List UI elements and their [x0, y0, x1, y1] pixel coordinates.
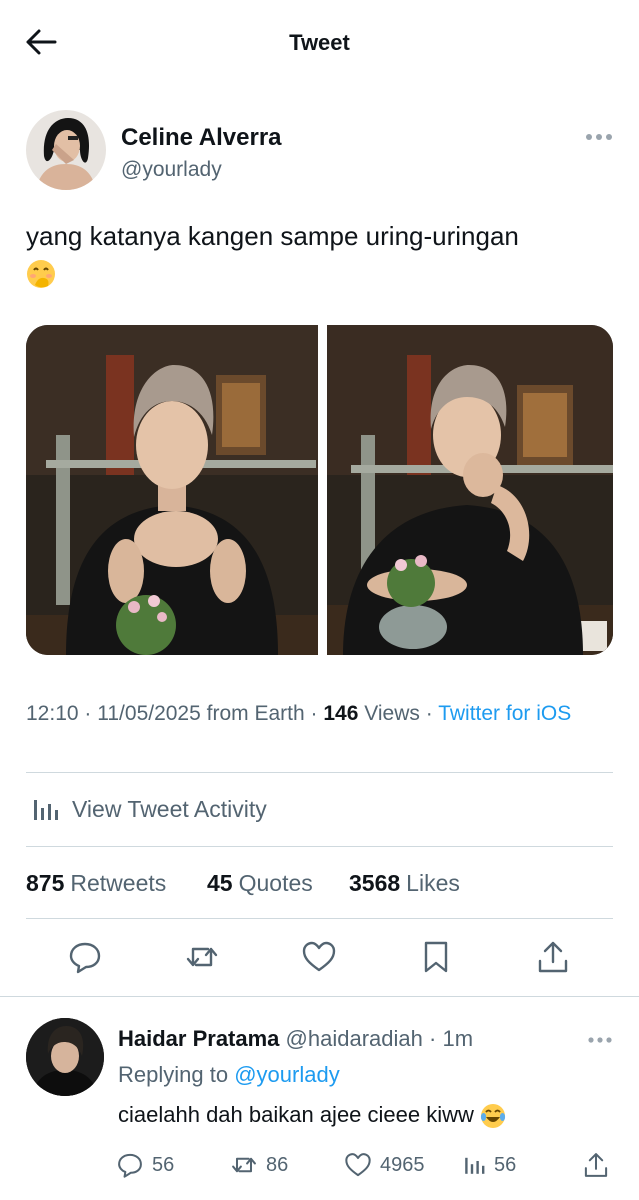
reply-author-handle[interactable]: @haidaradiah — [286, 1026, 423, 1051]
author-name[interactable]: Celine Alverra — [121, 124, 282, 152]
tweet-media — [26, 325, 613, 655]
tweet-photo-1[interactable] — [26, 325, 318, 655]
retweet-icon — [232, 1157, 256, 1173]
reply-author-name[interactable]: Haidar Pratama — [118, 1026, 279, 1051]
quotes-count: 45 — [207, 870, 233, 896]
reply-reply-button[interactable]: 56 — [116, 1150, 174, 1180]
view-tweet-activity[interactable]: View Tweet Activity — [26, 790, 613, 830]
likes-count: 3568 — [349, 870, 401, 896]
more-options-icon[interactable] — [587, 1034, 613, 1046]
reply-header: Haidar Pratama @haidaradiah · 1m — [118, 1026, 473, 1052]
author-handle[interactable]: @yourlady — [121, 158, 222, 182]
bar-chart-icon — [465, 1157, 485, 1174]
retweets-label: Retweets — [70, 870, 167, 896]
divider — [26, 772, 613, 773]
reply-share-button[interactable] — [582, 1150, 618, 1180]
reply-views-count: 56 — [494, 1153, 517, 1176]
tweet-body: yang katanya kangen sampe uring-uringan — [26, 221, 519, 251]
replying-to: Replying to @yourlady — [118, 1062, 340, 1088]
reply-text: ciaelahh dah baikan ajee cieee kiww — [118, 1102, 506, 1129]
tweet-text: yang katanya kangen sampe uring-uringan — [26, 218, 616, 290]
tweet-photo-2[interactable] — [327, 325, 613, 655]
like-icon[interactable] — [301, 939, 337, 975]
reply-icon — [118, 1153, 142, 1178]
meta-separator: · — [429, 1026, 437, 1051]
like-icon — [345, 1153, 371, 1177]
top-bar: Tweet — [0, 0, 639, 88]
retweets-count: 875 — [26, 870, 65, 896]
retweets-stat[interactable]: 875 Retweets — [26, 870, 166, 897]
quotes-stat[interactable]: 45 Quotes — [207, 870, 313, 897]
tweet-time: 12:10 — [26, 702, 79, 725]
views-count: 146 — [323, 702, 359, 725]
reply-body: ciaelahh dah baikan ajee cieee kiww — [118, 1102, 474, 1127]
views-label: Views — [364, 702, 420, 725]
likes-label: Likes — [406, 870, 460, 896]
divider — [26, 846, 613, 847]
meta-separator: · — [84, 702, 92, 725]
reply-tweet[interactable]: Haidar Pratama @haidaradiah · 1m Replyin… — [0, 1010, 639, 1200]
reply-likes-count: 4965 — [380, 1153, 425, 1176]
activity-label: View Tweet Activity — [72, 796, 267, 822]
reply-time: 1m — [442, 1026, 474, 1051]
tweet-stats: 875 Retweets 45 Quotes 3568 Likes — [26, 870, 613, 902]
divider — [0, 996, 639, 997]
reply-like-button[interactable]: 4965 — [344, 1150, 425, 1180]
tweet-location: from Earth — [206, 702, 305, 725]
tweet-author: Celine Alverra @yourlady — [26, 110, 616, 194]
reply-avatar[interactable] — [26, 1018, 104, 1096]
reply-actions: 56 86 4965 56 — [116, 1150, 616, 1182]
tweet-date: 11/05/2025 — [97, 702, 201, 725]
page-title: Tweet — [289, 30, 350, 55]
tweet-meta: 12:10 · 11/05/2025 from Earth · 146 View… — [26, 700, 606, 728]
replying-mention[interactable]: @yourlady — [234, 1062, 340, 1087]
share-icon — [584, 1153, 608, 1177]
bookmark-icon[interactable] — [418, 939, 454, 975]
meta-separator: · — [425, 702, 433, 725]
face-with-tears-of-joy-icon — [480, 1104, 506, 1129]
author-avatar[interactable] — [26, 110, 106, 190]
more-options-icon[interactable] — [584, 130, 614, 144]
tweet-actions — [26, 935, 613, 985]
tweet-source-link[interactable]: Twitter for iOS — [438, 702, 571, 725]
retweet-icon[interactable] — [184, 939, 220, 975]
quotes-label: Quotes — [238, 870, 313, 896]
reply-retweet-button[interactable]: 86 — [230, 1150, 288, 1180]
share-icon[interactable] — [535, 939, 571, 975]
divider — [26, 918, 613, 919]
reply-replies-count: 56 — [152, 1153, 175, 1176]
bar-chart-icon — [34, 800, 58, 820]
meta-separator: · — [310, 702, 318, 725]
reply-icon[interactable] — [67, 939, 103, 975]
likes-stat[interactable]: 3568 Likes — [349, 870, 460, 897]
replying-label: Replying to — [118, 1062, 229, 1087]
reply-retweets-count: 86 — [266, 1153, 289, 1176]
reply-views-button[interactable]: 56 — [462, 1150, 516, 1180]
face-with-hand-over-mouth-icon — [27, 260, 55, 289]
